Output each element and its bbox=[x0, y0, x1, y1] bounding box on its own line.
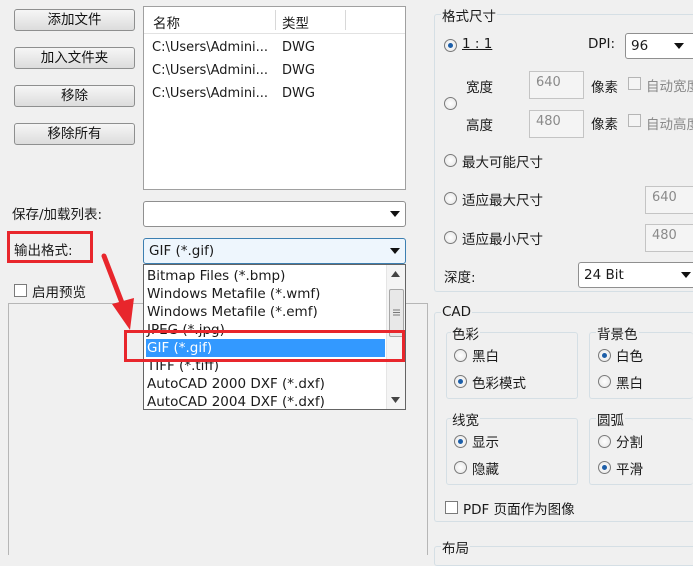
max-possible-radio[interactable] bbox=[444, 154, 457, 167]
annotation-arrow-icon bbox=[101, 253, 134, 330]
smooth-radio[interactable] bbox=[598, 461, 611, 474]
height-label: 高度 bbox=[466, 118, 493, 134]
fit-min-label: 适应最小尺寸 bbox=[462, 232, 543, 248]
chevron-down-icon bbox=[674, 43, 684, 49]
width-input[interactable]: 640 bbox=[529, 71, 584, 99]
layout-group bbox=[434, 546, 693, 566]
bw-radio[interactable] bbox=[454, 349, 467, 362]
save-load-list-label: 保存/加载列表: bbox=[12, 207, 103, 223]
background-group-title: 背景色 bbox=[596, 323, 639, 343]
column-header-name[interactable]: 名称 bbox=[153, 12, 180, 32]
file-name: C:\Users\Admini... bbox=[152, 63, 269, 78]
fit-min-radio[interactable] bbox=[444, 231, 457, 244]
pixel-label: 像素 bbox=[591, 117, 618, 133]
output-format-value: GIF (*.gif) bbox=[149, 243, 215, 259]
depth-select[interactable]: 24 Bit bbox=[578, 262, 693, 288]
scroll-up-icon[interactable] bbox=[391, 271, 400, 277]
pdf-as-image-label: PDF 页面作为图像 bbox=[463, 502, 575, 518]
format-option[interactable]: Bitmap Files (*.bmp) bbox=[146, 267, 385, 285]
format-size-title: 格式尺寸 bbox=[441, 5, 497, 25]
hide-label: 隐藏 bbox=[472, 462, 499, 478]
depth-label: 深度: bbox=[444, 270, 476, 286]
auto-height-label: 自动高度 bbox=[646, 117, 693, 133]
file-row[interactable]: C:\Users\Admini... DWG bbox=[144, 37, 405, 59]
white-bg-label: 白色 bbox=[616, 349, 643, 365]
fit-max-radio[interactable] bbox=[444, 192, 457, 205]
show-label: 显示 bbox=[472, 435, 499, 451]
cad-title: CAD bbox=[441, 304, 473, 320]
file-list-header: 名称 类型 bbox=[144, 7, 405, 34]
file-name: C:\Users\Admini... bbox=[152, 86, 269, 101]
annotation-box-gif-option bbox=[124, 330, 405, 362]
format-option[interactable]: Windows Metafile (*.emf) bbox=[146, 303, 385, 321]
smooth-label: 平滑 bbox=[616, 462, 643, 478]
save-load-list-select[interactable] bbox=[143, 201, 406, 227]
file-name: C:\Users\Admini... bbox=[152, 40, 269, 55]
fit-max-label: 适应最大尺寸 bbox=[462, 193, 543, 209]
max-possible-label: 最大可能尺寸 bbox=[462, 155, 543, 171]
bw-label: 黑白 bbox=[472, 349, 499, 365]
chevron-down-icon bbox=[390, 248, 400, 254]
color-mode-radio[interactable] bbox=[454, 375, 467, 388]
ratio-radio[interactable] bbox=[444, 39, 457, 52]
show-radio[interactable] bbox=[454, 435, 467, 448]
enable-preview-checkbox[interactable] bbox=[14, 284, 27, 297]
black-bg-radio[interactable] bbox=[598, 375, 611, 388]
format-option[interactable]: AutoCAD 2000 DXF (*.dxf) bbox=[146, 375, 385, 393]
file-row[interactable]: C:\Users\Admini... DWG bbox=[144, 60, 405, 82]
file-type: DWG bbox=[282, 40, 315, 55]
fit-min-input[interactable]: 480 bbox=[645, 224, 693, 252]
height-input[interactable]: 480 bbox=[529, 110, 584, 138]
format-option[interactable]: Windows Metafile (*.wmf) bbox=[146, 285, 385, 303]
split-radio[interactable] bbox=[598, 435, 611, 448]
linewidth-group-title: 线宽 bbox=[451, 409, 480, 429]
remove-button[interactable]: 移除 bbox=[14, 85, 135, 107]
color-mode-label: 色彩模式 bbox=[472, 376, 526, 392]
arc-group-title: 圆弧 bbox=[596, 409, 625, 429]
output-format-select[interactable]: GIF (*.gif) bbox=[143, 238, 406, 264]
auto-height-checkbox[interactable] bbox=[628, 114, 641, 127]
column-header-type[interactable]: 类型 bbox=[282, 12, 309, 32]
chevron-down-icon bbox=[390, 211, 400, 217]
black-bg-label: 黑白 bbox=[616, 376, 643, 392]
chevron-down-icon bbox=[681, 272, 691, 278]
white-bg-radio[interactable] bbox=[598, 349, 611, 362]
pdf-as-image-checkbox[interactable] bbox=[445, 501, 458, 514]
split-label: 分割 bbox=[616, 435, 643, 451]
ratio-label: 1 : 1 bbox=[462, 36, 493, 52]
scroll-down-icon[interactable] bbox=[391, 397, 400, 403]
auto-width-label: 自动宽度 bbox=[646, 79, 693, 95]
color-group-title: 色彩 bbox=[451, 323, 480, 343]
enable-preview-label: 启用预览 bbox=[32, 285, 86, 301]
layout-title: 布局 bbox=[441, 537, 470, 557]
dpi-select[interactable]: 96 bbox=[625, 33, 693, 59]
custom-size-radio[interactable] bbox=[444, 97, 457, 110]
pixel-label: 像素 bbox=[591, 80, 618, 96]
file-type: DWG bbox=[282, 63, 315, 78]
file-type: DWG bbox=[282, 86, 315, 101]
file-row[interactable]: C:\Users\Admini... DWG bbox=[144, 83, 405, 105]
dpi-label: DPI: bbox=[588, 36, 616, 52]
annotation-box-output-format bbox=[7, 231, 93, 263]
width-label: 宽度 bbox=[466, 80, 493, 96]
fit-max-input[interactable]: 640 bbox=[645, 186, 693, 214]
auto-width-checkbox[interactable] bbox=[628, 77, 641, 90]
add-folder-button[interactable]: 加入文件夹 bbox=[14, 47, 135, 69]
add-file-button[interactable]: 添加文件 bbox=[14, 9, 135, 31]
file-list[interactable]: 名称 类型 C:\Users\Admini... DWG C:\Users\Ad… bbox=[143, 6, 406, 190]
format-option[interactable]: AutoCAD 2004 DXF (*.dxf) bbox=[146, 393, 385, 409]
hide-radio[interactable] bbox=[454, 461, 467, 474]
remove-all-button[interactable]: 移除所有 bbox=[14, 123, 135, 145]
